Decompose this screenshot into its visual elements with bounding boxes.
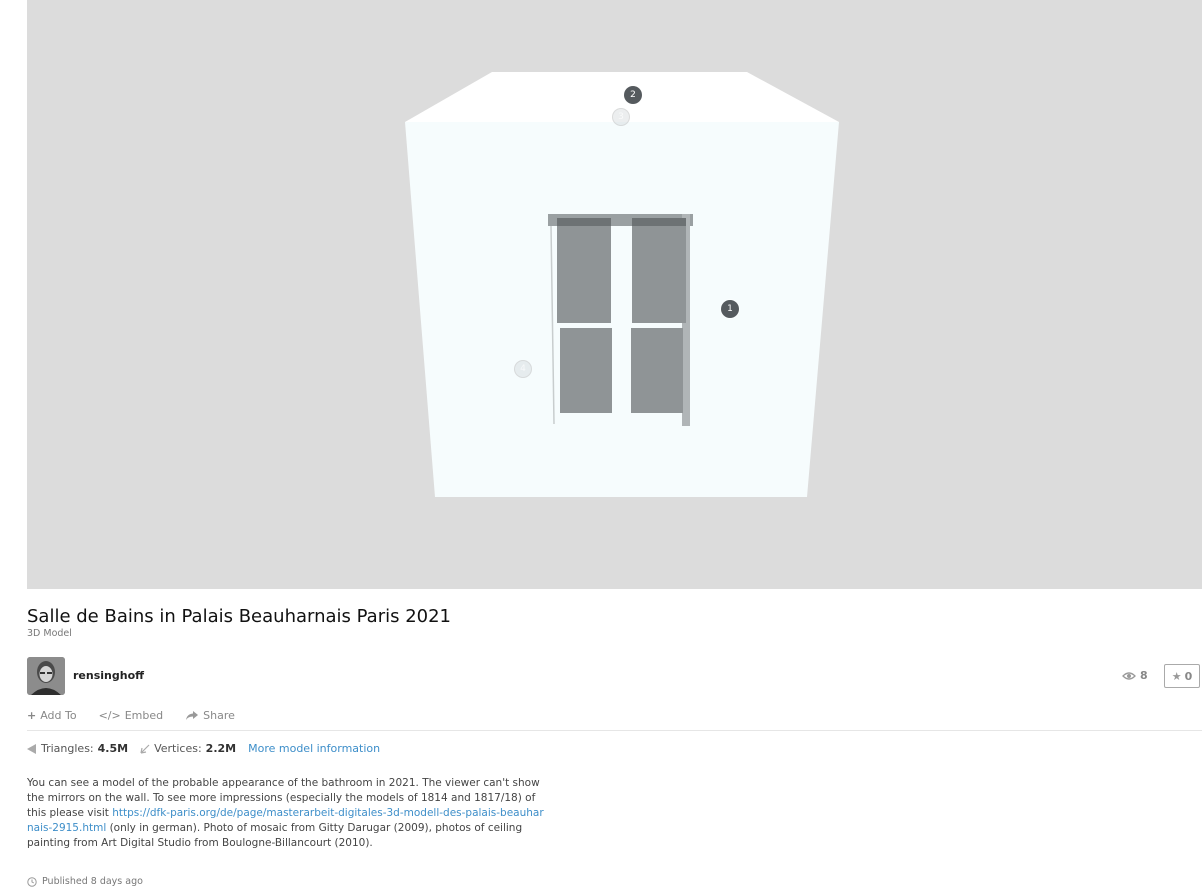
clock-icon — [27, 876, 37, 887]
door-panel-shade — [632, 218, 686, 226]
published-label: Published 8 days ago — [42, 876, 143, 887]
model-stats: Triangles: 4.5M Vertices: 2.2M More mode… — [27, 742, 380, 755]
share-button[interactable]: Share — [185, 709, 235, 722]
avatar[interactable] — [27, 657, 65, 695]
model-actions: + Add To </> Embed Share — [27, 709, 235, 722]
embed-label: Embed — [124, 709, 164, 722]
door-panel-bottom-right — [631, 328, 683, 413]
published-date: Published 8 days ago — [27, 876, 143, 887]
eye-icon — [1122, 671, 1136, 680]
model-render[interactable] — [27, 0, 1202, 589]
add-to-button[interactable]: + Add To — [27, 709, 77, 722]
vertices-label: Vertices: — [154, 742, 202, 755]
annotation-hotspot-1[interactable]: 1 — [721, 300, 739, 318]
vertex-icon — [140, 744, 150, 754]
vertices-value: 2.2M — [205, 742, 237, 755]
avatar-image — [27, 657, 65, 695]
star-icon: ★ — [1171, 669, 1182, 683]
triangles-label: Triangles: — [41, 742, 94, 755]
more-model-info-link[interactable]: More model information — [248, 742, 380, 755]
vertices-stat: Vertices: 2.2M — [140, 742, 236, 755]
triangle-icon — [27, 743, 36, 754]
like-count-value: 0 — [1184, 669, 1193, 683]
share-label: Share — [203, 709, 235, 722]
author-name[interactable]: rensinghoff — [73, 669, 144, 682]
door-panel-top-right — [632, 218, 686, 323]
annotation-hotspot-4[interactable]: 4 — [514, 360, 532, 378]
plus-icon: + — [27, 709, 37, 722]
room-wall — [405, 122, 839, 497]
code-icon: </> — [98, 709, 121, 722]
triangles-stat: Triangles: 4.5M — [27, 742, 128, 755]
view-count-value: 8 — [1140, 669, 1148, 682]
like-button[interactable]: ★ 0 — [1164, 664, 1200, 688]
triangles-value: 4.5M — [97, 742, 129, 755]
divider — [27, 730, 1202, 731]
annotation-hotspot-3[interactable]: 3 — [612, 108, 630, 126]
embed-button[interactable]: </> Embed — [99, 709, 164, 722]
model-title: Salle de Bains in Palais Beauharnais Par… — [27, 606, 452, 627]
add-to-label: Add To — [40, 709, 77, 722]
door-panel-top-left — [557, 218, 611, 323]
model-viewer[interactable]: 2 3 1 4 — [27, 0, 1202, 589]
model-type: 3D Model — [27, 628, 72, 639]
view-count: 8 — [1122, 669, 1148, 682]
model-description: You can see a model of the probable appe… — [27, 776, 547, 851]
annotation-hotspot-2[interactable]: 2 — [624, 86, 642, 104]
door-panel-shade — [557, 218, 611, 226]
door-panel-bottom-left — [560, 328, 612, 413]
share-icon — [186, 711, 199, 720]
